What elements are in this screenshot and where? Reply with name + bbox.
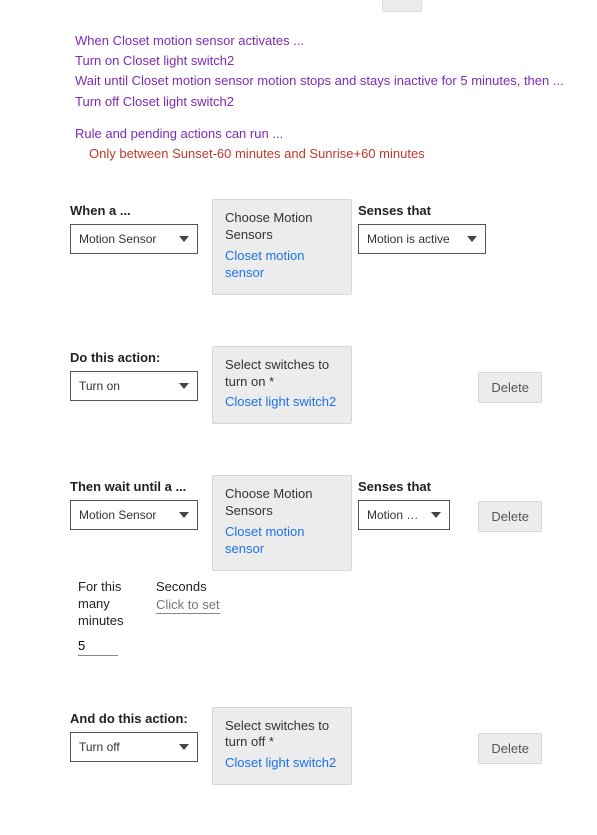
summary-line: When Closet motion sensor activates ...	[75, 32, 597, 50]
action-label: Do this action:	[70, 350, 212, 365]
card-device-link[interactable]: Closet light switch2	[225, 394, 339, 411]
dropdown-caret-icon	[179, 512, 189, 518]
summary-line: Wait until Closet motion sensor motion s…	[75, 72, 597, 90]
card-title: Select switches to turn off *	[225, 718, 339, 752]
card-device-link[interactable]: Closet motion sensor	[225, 524, 339, 558]
wait-senses-select[interactable]: Motion h…	[358, 500, 450, 530]
duration-row: For this many minutes Seconds Click to s…	[78, 579, 597, 656]
action-type-select[interactable]: Turn off	[70, 732, 198, 762]
delete-button[interactable]: Delete	[478, 733, 542, 764]
card-title: Choose Motion Sensors	[225, 486, 339, 520]
card-title: Select switches to turn on *	[225, 357, 339, 391]
delete-button[interactable]: Delete	[478, 501, 542, 532]
senses-label: Senses that	[358, 203, 498, 218]
select-value: Turn off	[79, 733, 120, 761]
dropdown-caret-icon	[179, 383, 189, 389]
select-value: Motion Sensor	[79, 501, 156, 529]
action-type-select[interactable]: Turn on	[70, 371, 198, 401]
summary-line: Turn off Closet light switch2	[75, 93, 597, 111]
action-on-section: Do this action: Turn on Select switches …	[70, 350, 597, 425]
trigger-device-card[interactable]: Choose Motion Sensors Closet motion sens…	[212, 199, 352, 295]
minutes-label: For this many minutes	[78, 579, 150, 630]
delete-button[interactable]: Delete	[478, 372, 542, 403]
trigger-label: When a ...	[70, 203, 212, 218]
select-value: Turn on	[79, 372, 120, 400]
action-off-section: And do this action: Turn off Select swit…	[70, 711, 597, 786]
dropdown-caret-icon	[179, 236, 189, 242]
wait-section: Then wait until a ... Motion Sensor Choo…	[70, 479, 597, 571]
card-device-link[interactable]: Closet motion sensor	[225, 248, 339, 282]
card-title: Choose Motion Sensors	[225, 210, 339, 244]
trigger-section: When a ... Motion Sensor Choose Motion S…	[70, 203, 597, 295]
action-device-card[interactable]: Select switches to turn off * Closet lig…	[212, 707, 352, 786]
minutes-input[interactable]	[78, 636, 118, 656]
summary-condition-title: Rule and pending actions can run ...	[75, 125, 597, 143]
select-value: Motion is active	[367, 225, 450, 253]
summary-condition-detail: Only between Sunset-60 minutes and Sunri…	[89, 145, 597, 163]
wait-label: Then wait until a ...	[70, 479, 212, 494]
wait-type-select[interactable]: Motion Sensor	[70, 500, 198, 530]
wait-device-card[interactable]: Choose Motion Sensors Closet motion sens…	[212, 475, 352, 571]
summary-line: Turn on Closet light switch2	[75, 52, 597, 70]
select-value: Motion Sensor	[79, 225, 156, 253]
dropdown-caret-icon	[431, 512, 441, 518]
seconds-input[interactable]: Click to set	[156, 597, 220, 614]
senses-select[interactable]: Motion is active	[358, 224, 486, 254]
action-device-card[interactable]: Select switches to turn on * Closet ligh…	[212, 346, 352, 425]
seconds-label: Seconds	[156, 579, 220, 594]
dropdown-caret-icon	[467, 236, 477, 242]
rule-summary: When Closet motion sensor activates ... …	[75, 32, 597, 163]
trigger-type-select[interactable]: Motion Sensor	[70, 224, 198, 254]
card-device-link[interactable]: Closet light switch2	[225, 755, 339, 772]
senses-label: Senses that	[358, 479, 498, 494]
action-label: And do this action:	[70, 711, 212, 726]
select-value: Motion h…	[367, 501, 425, 529]
top-partial-button	[382, 0, 422, 12]
